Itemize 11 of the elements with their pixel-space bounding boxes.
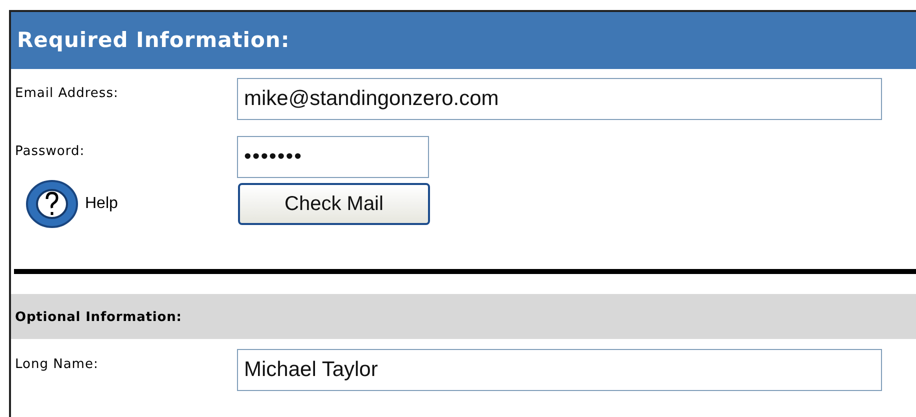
field-label: Long Name:	[15, 356, 100, 372]
input-field[interactable]: •••••••	[237, 136, 429, 178]
section-header: Required Information:	[11, 12, 916, 69]
field-label: Email Address:	[15, 85, 120, 101]
help-icon[interactable]	[25, 179, 79, 229]
field-label: Password:	[15, 143, 86, 159]
check-mail-button[interactable]: Check Mail	[238, 183, 430, 225]
input-field[interactable]: mike@standingonzero.com	[237, 78, 882, 120]
section-header: Optional Information:	[11, 294, 916, 339]
help-link[interactable]: Help	[85, 195, 118, 213]
input-field[interactable]: Michael Taylor	[237, 349, 882, 391]
